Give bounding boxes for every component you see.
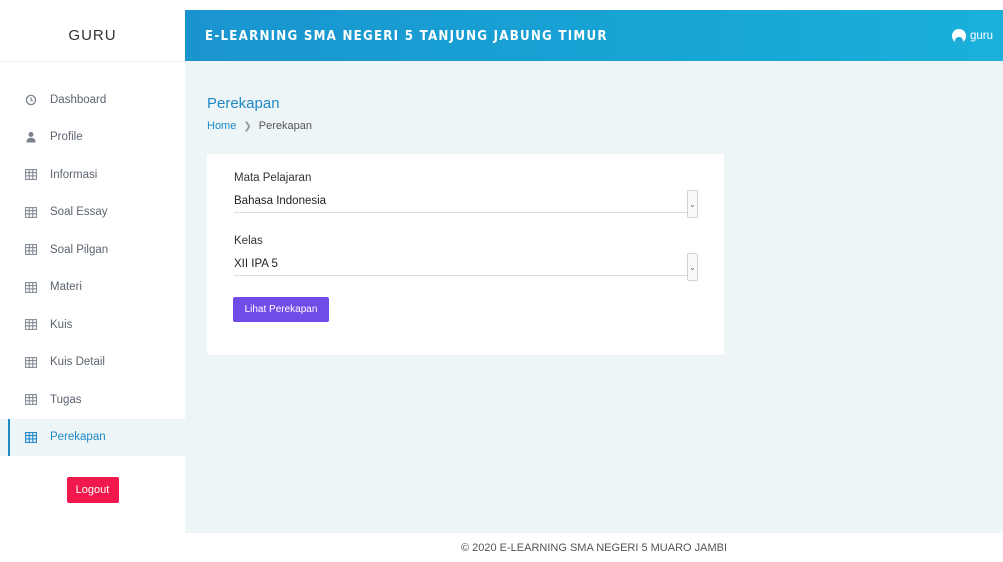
page-title: Perekapan	[207, 95, 280, 112]
sidebar-item-label: Dashboard	[50, 93, 107, 106]
avatar-icon	[951, 28, 966, 43]
sidebar-item-tugas[interactable]: Tugas	[0, 381, 185, 419]
sidebar-item-materi[interactable]: Materi	[0, 269, 185, 307]
sidebar-item-informasi[interactable]: Informasi	[0, 156, 185, 194]
sidebar-item-dashboard[interactable]: Dashboard	[0, 81, 185, 119]
user-name: guru	[969, 29, 993, 42]
sidebar-item-label: Tugas	[50, 393, 82, 406]
sidebar-item-label: Materi	[50, 281, 82, 294]
sidebar-item-label: Kuis Detail	[50, 356, 105, 369]
sidebar-item-kuis-detail[interactable]: Kuis Detail	[0, 344, 185, 382]
top-header: E-LEARNING SMA NEGERI 5 TANJUNG JABUNG T…	[185, 10, 1003, 61]
sidebar-item-profile[interactable]: Profile	[0, 119, 185, 157]
table-icon	[24, 243, 38, 257]
user-menu[interactable]: guru	[951, 28, 993, 43]
sidebar: GURU Dashboard Profile Informasi Soal Es…	[0, 10, 185, 562]
sidebar-item-label: Profile	[50, 131, 83, 144]
class-select-value: XII IPA 5	[234, 258, 278, 270]
breadcrumb: Home ❯ Perekapan	[207, 120, 312, 132]
user-icon	[24, 130, 38, 144]
sidebar-item-label: Informasi	[50, 168, 98, 181]
app-title: E-LEARNING SMA NEGERI 5 TANJUNG JABUNG T…	[205, 27, 608, 44]
class-select[interactable]: XII IPA 5 ⌄	[234, 253, 698, 281]
chevron-down-icon: ⌄	[687, 253, 698, 281]
sidebar-item-label: Soal Essay	[50, 206, 108, 219]
chevron-down-icon: ⌄	[687, 190, 698, 218]
logout-wrapper: Logout	[0, 477, 185, 503]
table-icon	[24, 168, 38, 182]
table-icon	[24, 205, 38, 219]
class-label: Kelas	[234, 235, 263, 247]
sidebar-item-label: Perekapan	[50, 431, 106, 444]
sidebar-item-label: Kuis	[50, 318, 73, 331]
subject-select-value: Bahasa Indonesia	[234, 195, 327, 207]
breadcrumb-current: Perekapan	[258, 120, 312, 132]
logout-button[interactable]: Logout	[66, 477, 119, 503]
sidebar-item-perekapan[interactable]: Perekapan	[0, 418, 185, 456]
sidebar-item-label: Soal Pilgan	[50, 243, 109, 256]
sidebar-item-soal-pilgan[interactable]: Soal Pilgan	[0, 231, 185, 269]
table-icon	[24, 280, 38, 294]
recap-form-card: Mata Pelajaran Bahasa Indonesia ⌄ Kelas …	[207, 154, 724, 355]
table-icon	[24, 318, 38, 332]
table-icon	[24, 430, 38, 444]
breadcrumb-home-link[interactable]: Home	[207, 120, 236, 132]
table-icon	[24, 355, 38, 369]
top-strip	[0, 0, 1003, 10]
sidebar-item-kuis[interactable]: Kuis	[0, 306, 185, 344]
subject-label: Mata Pelajaran	[234, 172, 312, 184]
sidebar-item-soal-essay[interactable]: Soal Essay	[0, 194, 185, 232]
sidebar-nav: Dashboard Profile Informasi Soal Essay S…	[0, 81, 185, 456]
table-icon	[24, 393, 38, 407]
sidebar-brand: GURU	[0, 10, 185, 62]
chevron-right-icon: ❯	[243, 120, 252, 132]
footer: © 2020 E-LEARNING SMA NEGERI 5 MUARO JAM…	[185, 533, 1003, 562]
subject-select[interactable]: Bahasa Indonesia ⌄	[234, 190, 698, 218]
clock-icon	[24, 93, 38, 107]
view-recap-button[interactable]: Lihat Perekapan	[233, 297, 329, 322]
